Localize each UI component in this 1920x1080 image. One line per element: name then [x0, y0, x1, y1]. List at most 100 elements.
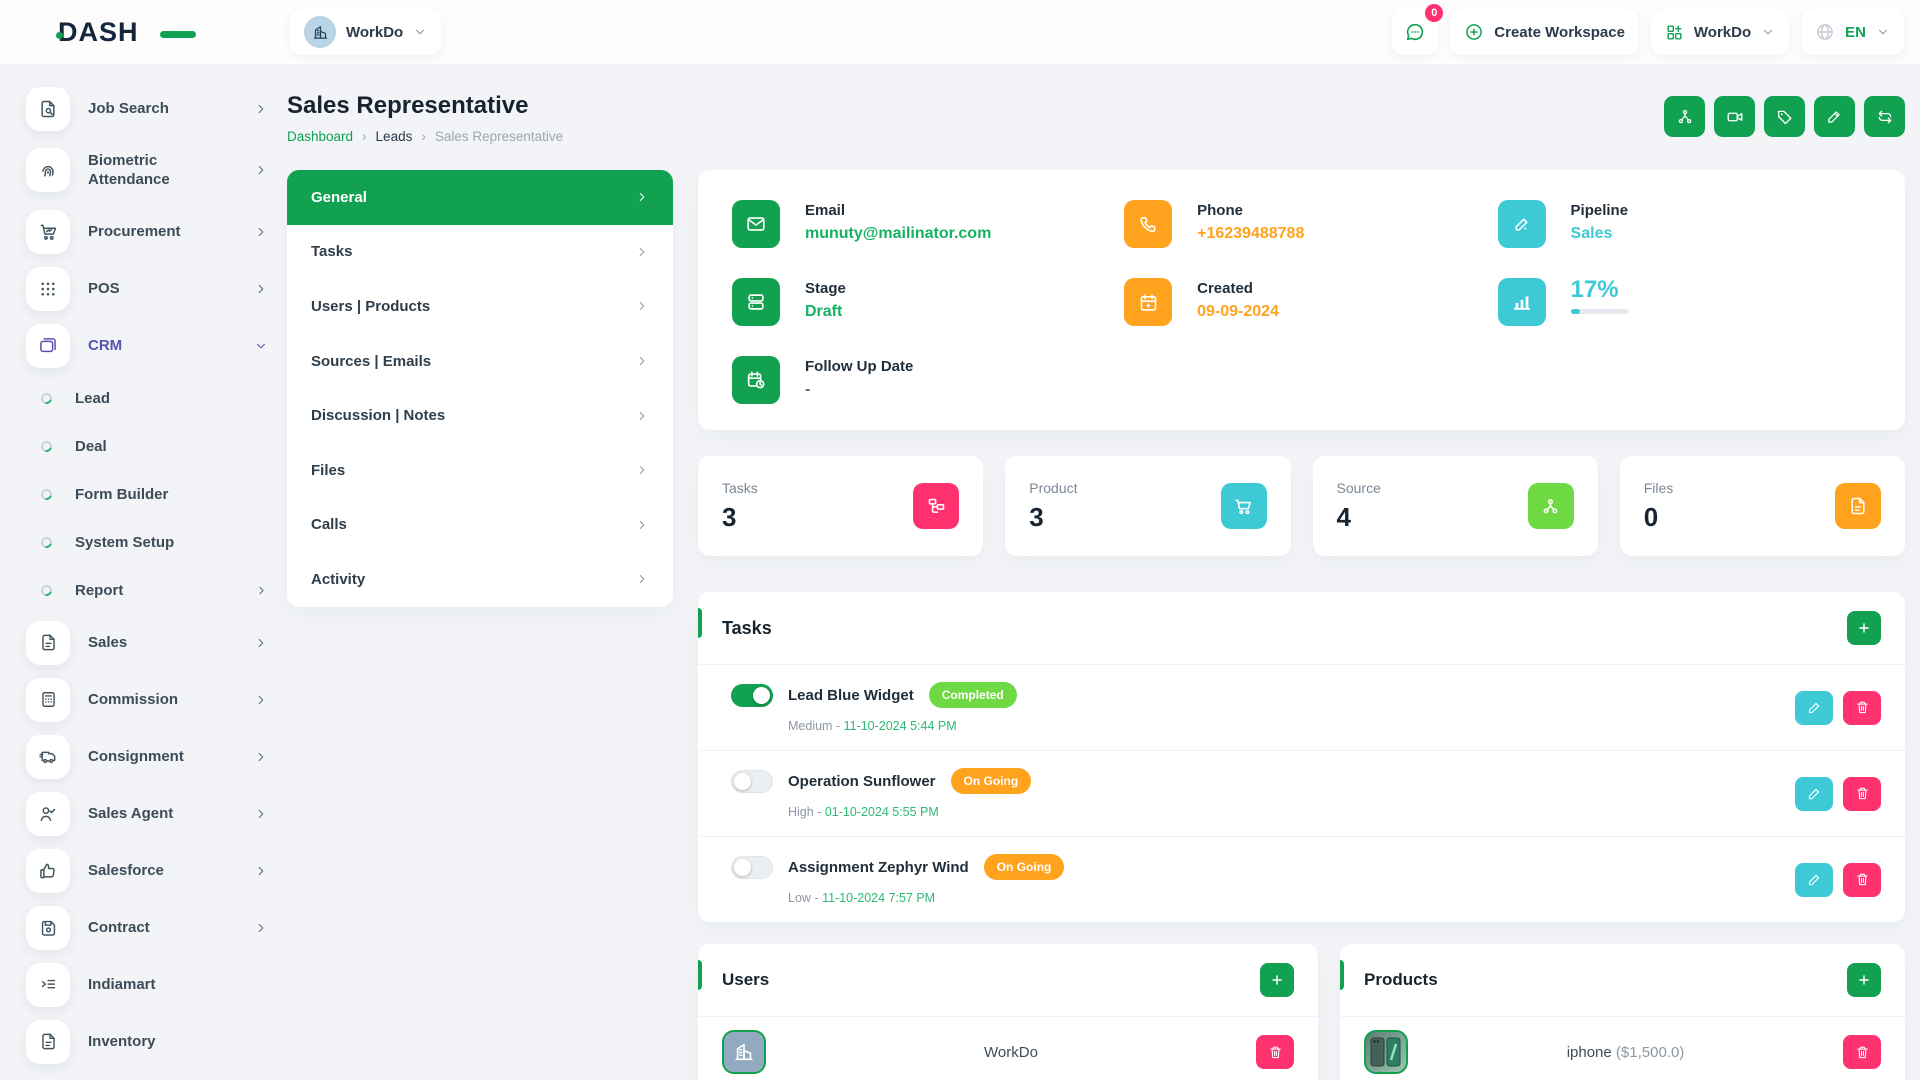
products-title: Products — [1364, 970, 1438, 990]
sidebar-item-crm[interactable]: CRM — [26, 317, 276, 374]
chevron-down-icon — [1876, 25, 1890, 39]
sidebar-item-commission[interactable]: Commission — [26, 671, 276, 728]
sidebar-item-label: Procurement — [88, 222, 214, 242]
info-label: Created — [1197, 278, 1279, 297]
sidebar-item-label: Contract — [88, 918, 214, 938]
product-price: ($1,500.0) — [1616, 1044, 1684, 1061]
tag-button[interactable] — [1764, 96, 1805, 137]
delete-task-button[interactable] — [1843, 863, 1881, 897]
sidebar-subitem-label: Deal — [75, 438, 107, 455]
edit-task-button[interactable] — [1795, 691, 1833, 725]
sidebar-item-consignment[interactable]: Consignment — [26, 728, 276, 785]
breadcrumb-leads[interactable]: Leads — [376, 129, 413, 144]
cart-icon — [1221, 483, 1267, 529]
menu-item-sources-emails[interactable]: Sources | Emails — [287, 334, 673, 389]
sidebar-subitem-report[interactable]: Report — [26, 566, 276, 614]
messages-button[interactable]: 0 — [1392, 9, 1438, 55]
chevron-right-icon — [254, 225, 268, 239]
main-content: Sales Representative Dashboard › Leads ›… — [287, 92, 1905, 1080]
task-complete-toggle[interactable] — [731, 684, 773, 707]
bar-chart-icon — [1498, 278, 1546, 326]
delete-task-button[interactable] — [1843, 777, 1881, 811]
sidebar-item-sales[interactable]: Sales — [26, 614, 276, 671]
sidebar-subitem-deal[interactable]: Deal — [26, 422, 276, 470]
top-bar: DASH WorkDo 0 Create Workspace WorkDo — [0, 0, 1920, 64]
info-label: Follow Up Date — [805, 356, 913, 375]
user-name: WorkDo — [766, 1044, 1256, 1061]
task-datetime: 11-10-2024 5:44 PM — [844, 719, 957, 733]
task-complete-toggle[interactable] — [731, 856, 773, 879]
create-workspace-button[interactable]: Create Workspace — [1450, 9, 1639, 55]
info-value-phone: +16239488788 — [1197, 225, 1304, 243]
breadcrumb-dashboard[interactable]: Dashboard — [287, 129, 353, 144]
save-icon — [26, 906, 70, 950]
sidebar-item-salesforce[interactable]: Salesforce — [26, 842, 276, 899]
chevron-right-icon — [254, 807, 268, 821]
product-row: iphone ($1,500.0) — [1340, 1016, 1905, 1080]
info-value-stage: Draft — [805, 303, 846, 321]
stat-card-files: Files 0 — [1620, 456, 1905, 556]
task-priority: Medium - — [788, 719, 840, 733]
page-title: Sales Representative — [287, 92, 1905, 120]
chevron-right-icon — [635, 572, 649, 586]
sidebar-subitem-lead[interactable]: Lead — [26, 374, 276, 422]
truck-icon — [26, 735, 70, 779]
stat-cards: Tasks 3 Product 3 Source 4 — [698, 456, 1905, 556]
menu-item-tasks[interactable]: Tasks — [287, 225, 673, 280]
task-datetime: 01-10-2024 5:55 PM — [825, 805, 939, 819]
chevron-right-icon — [254, 102, 268, 116]
chevron-right-icon — [254, 636, 268, 650]
add-product-button[interactable] — [1847, 963, 1881, 997]
convert-to-deal-button[interactable] — [1864, 96, 1905, 137]
add-user-button[interactable] — [1260, 963, 1294, 997]
chevron-right-icon — [635, 409, 649, 423]
menu-item-calls[interactable]: Calls — [287, 498, 673, 553]
envelope-icon — [732, 200, 780, 248]
menu-item-discussion-notes[interactable]: Discussion | Notes — [287, 388, 673, 443]
sidebar-item-inventory[interactable]: Inventory — [26, 1013, 276, 1070]
task-complete-toggle[interactable] — [731, 770, 773, 793]
sidebar-item-pos[interactable]: POS — [26, 260, 276, 317]
labels-button[interactable] — [1664, 96, 1705, 137]
delete-user-button[interactable] — [1256, 1035, 1294, 1069]
chevron-right-icon — [254, 921, 268, 935]
workdo-menu[interactable]: WorkDo — [1651, 9, 1789, 55]
menu-item-users-products[interactable]: Users | Products — [287, 279, 673, 334]
workspace-switcher[interactable]: WorkDo — [290, 9, 441, 55]
workspace-avatar-building-icon — [304, 16, 336, 48]
sidebar-item-contract[interactable]: Contract — [26, 899, 276, 956]
sidebar-item-job-search[interactable]: Job Search — [26, 80, 276, 137]
task-row: Assignment Zephyr Wind On Going Low - 11… — [698, 836, 1905, 922]
menu-item-label: Activity — [311, 571, 365, 588]
menu-item-activity[interactable]: Activity — [287, 552, 673, 607]
sidebar-item-procurement[interactable]: Procurement — [26, 203, 276, 260]
delete-product-button[interactable] — [1843, 1035, 1881, 1069]
sidebar-subitem-system-setup[interactable]: System Setup — [26, 518, 276, 566]
sidebar-subitem-label: Lead — [75, 390, 110, 407]
video-call-button[interactable] — [1714, 96, 1755, 137]
edit-lead-button[interactable] — [1814, 96, 1855, 137]
chevron-right-icon — [254, 163, 268, 177]
sidebar-item-sales-agent[interactable]: Sales Agent — [26, 785, 276, 842]
phone-icon — [1124, 200, 1172, 248]
user-check-icon — [26, 792, 70, 836]
info-value-follow-up: - — [805, 381, 913, 399]
sidebar-subitem-form-builder[interactable]: Form Builder — [26, 470, 276, 518]
add-task-button[interactable] — [1847, 611, 1881, 645]
edit-task-button[interactable] — [1795, 777, 1833, 811]
lead-detail-menu: General Tasks Users | Products Sources |… — [287, 170, 673, 607]
task-status-badge: On Going — [984, 854, 1065, 880]
stat-value: 4 — [1337, 502, 1381, 533]
task-status-badge: On Going — [951, 768, 1032, 794]
stat-label: Source — [1337, 480, 1381, 496]
edit-task-button[interactable] — [1795, 863, 1833, 897]
sidebar-item-indiamart[interactable]: Indiamart — [26, 956, 276, 1013]
delete-task-button[interactable] — [1843, 691, 1881, 725]
language-selector[interactable]: EN — [1801, 9, 1904, 55]
chevron-right-icon — [254, 693, 268, 707]
sidebar-item-biometric-attendance[interactable]: Biometric Attendance — [26, 137, 276, 203]
breadcrumb-separator: › — [421, 129, 426, 144]
chevron-down-icon — [413, 25, 427, 39]
menu-item-general[interactable]: General — [287, 170, 673, 225]
menu-item-files[interactable]: Files — [287, 443, 673, 498]
